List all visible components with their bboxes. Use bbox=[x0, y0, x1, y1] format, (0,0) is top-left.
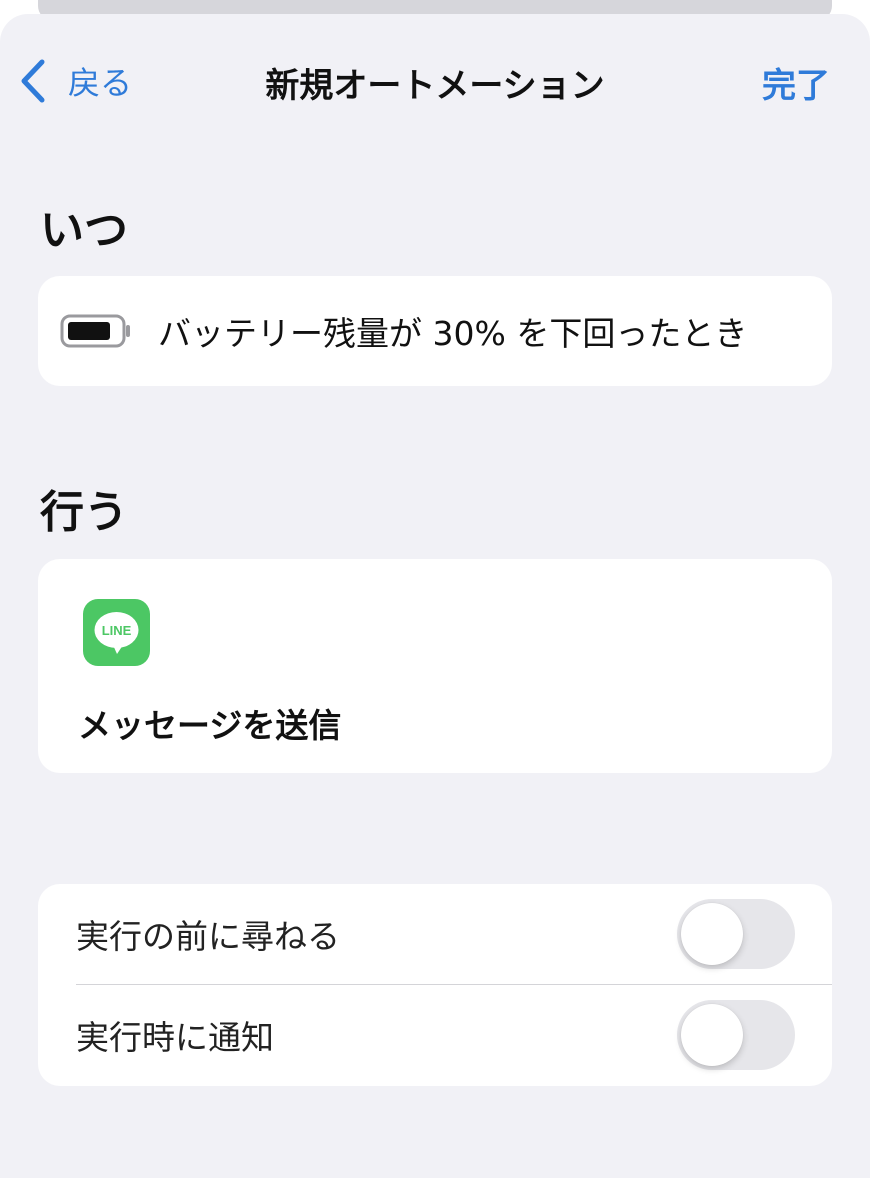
action-card[interactable]: LINE メッセージを送信 bbox=[38, 559, 832, 773]
line-app-icon: LINE bbox=[83, 599, 150, 666]
trigger-description: バッテリー残量が 30% を下回ったとき bbox=[158, 314, 748, 353]
toggle-knob bbox=[681, 903, 743, 965]
ask-before-running-label: 実行の前に尋ねる bbox=[76, 917, 340, 956]
trigger-card[interactable]: バッテリー残量が 30% を下回ったとき bbox=[38, 276, 832, 386]
ask-before-running-row: 実行の前に尋ねる bbox=[38, 884, 832, 984]
notify-when-run-row: 実行時に通知 bbox=[38, 985, 832, 1085]
line-icon-text: LINE bbox=[102, 623, 132, 638]
settings-card: 実行の前に尋ねる 実行時に通知 bbox=[38, 884, 832, 1086]
navigation-bar: 戻る 新規オートメーション 完了 bbox=[0, 14, 870, 140]
action-label: メッセージを送信 bbox=[78, 706, 342, 745]
toggle-knob bbox=[681, 1004, 743, 1066]
battery-icon bbox=[60, 314, 130, 348]
when-section-title: いつ bbox=[40, 205, 128, 256]
done-button[interactable]: 完了 bbox=[762, 58, 830, 107]
page-title: 新規オートメーション bbox=[265, 66, 605, 106]
new-automation-sheet: 戻る 新規オートメーション 完了 いつ バッテリー残量が 30% を下回ったとき… bbox=[0, 14, 870, 1178]
ask-before-running-toggle[interactable] bbox=[677, 899, 795, 969]
notify-when-run-label: 実行時に通知 bbox=[76, 1018, 274, 1057]
do-section-title: 行う bbox=[40, 487, 128, 538]
notify-when-run-toggle[interactable] bbox=[677, 1000, 795, 1070]
